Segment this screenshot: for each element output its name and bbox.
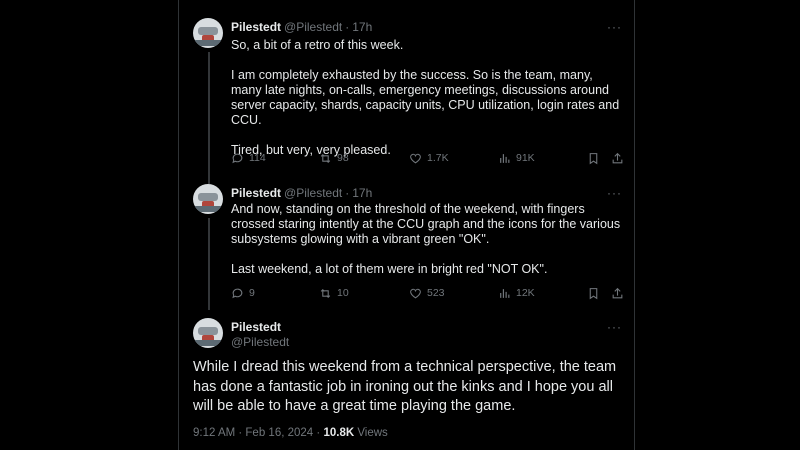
thread-tweet-1[interactable]: Pilestedt @Pilestedt · 17h ··· So, a bit of… xyxy=(179,10,634,184)
like-button[interactable]: 523 xyxy=(409,287,445,300)
more-icon[interactable]: ··· xyxy=(607,186,622,200)
repost-count: 10 xyxy=(337,287,349,299)
tweet-thread-column: Pilestedt @Pilestedt · 17h ··· So, a bit of… xyxy=(178,0,635,450)
user-handle[interactable]: @Pilestedt xyxy=(284,186,342,200)
views-button[interactable]: 91K xyxy=(498,152,535,165)
tweet-text: So, a bit of a retro of this week. I am … xyxy=(231,38,620,157)
tweet-header: Pilestedt @Pilestedt · 17h xyxy=(231,186,373,200)
reply-button[interactable]: 9 xyxy=(231,287,255,300)
display-name[interactable]: Pilestedt xyxy=(231,186,281,200)
tweet-text: And now, standing on the threshold of th… xyxy=(231,202,621,276)
display-name[interactable]: Pilestedt xyxy=(231,20,281,34)
avatar[interactable] xyxy=(193,18,223,48)
heart-icon xyxy=(410,288,421,299)
tweet-text: While I dread this weekend from a techni… xyxy=(193,359,617,414)
avatar[interactable] xyxy=(193,318,223,348)
views-chart-icon xyxy=(500,154,510,163)
reply-button[interactable]: 114 xyxy=(231,152,266,165)
views-button[interactable]: 12K xyxy=(498,287,535,300)
heart-icon xyxy=(410,153,421,164)
repost-icon xyxy=(320,288,331,299)
more-icon[interactable]: ··· xyxy=(607,320,622,334)
view-count: 91K xyxy=(516,152,535,164)
tweet-time[interactable]: 17h xyxy=(352,20,372,34)
like-count: 523 xyxy=(427,287,445,299)
tweet-time[interactable]: 17h xyxy=(352,186,372,200)
avatar[interactable] xyxy=(193,184,223,214)
repost-button[interactable]: 98 xyxy=(319,152,349,165)
tweet-actions: 9 10 523 12K xyxy=(231,287,626,303)
views-chart-icon xyxy=(500,289,510,298)
thread-connector-line xyxy=(208,52,210,184)
bookmark-icon[interactable] xyxy=(587,152,600,165)
view-count: 12K xyxy=(516,287,535,299)
tweet-header: Pilestedt @Pilestedt · 17h xyxy=(231,20,373,34)
views-label: Views xyxy=(357,427,388,439)
thread-connector-line xyxy=(208,218,210,310)
reply-icon xyxy=(232,153,243,164)
main-tweet: Pilestedt @Pilestedt ··· While I dread t… xyxy=(179,310,634,450)
repost-button[interactable]: 10 xyxy=(319,287,349,300)
thread-tweet-2[interactable]: Pilestedt @Pilestedt · 17h ··· And now, sta… xyxy=(179,176,634,310)
like-button[interactable]: 1.7K xyxy=(409,152,449,165)
repost-count: 98 xyxy=(337,152,349,164)
meta-separator: · xyxy=(316,427,321,439)
tweet-timestamp[interactable]: 9:12 AM · Feb 16, 2024 xyxy=(193,427,313,439)
main-view-count: 10.8K xyxy=(323,427,355,439)
tweet-actions: 114 98 1.7K 91K xyxy=(231,152,626,168)
bookmark-icon[interactable] xyxy=(587,287,600,300)
share-icon[interactable] xyxy=(611,152,624,165)
user-handle[interactable]: @Pilestedt xyxy=(284,20,342,34)
more-icon[interactable]: ··· xyxy=(607,20,622,34)
like-count: 1.7K xyxy=(427,152,449,164)
display-name[interactable]: Pilestedt xyxy=(231,320,281,334)
reply-count: 114 xyxy=(249,152,266,164)
tweet-metadata: 9:12 AM · Feb 16, 2024 · 10.8K Views xyxy=(193,427,388,439)
reply-icon xyxy=(232,288,243,299)
share-icon[interactable] xyxy=(611,287,624,300)
repost-icon xyxy=(320,153,331,164)
user-handle[interactable]: @Pilestedt xyxy=(231,335,289,349)
reply-count: 9 xyxy=(249,287,255,299)
